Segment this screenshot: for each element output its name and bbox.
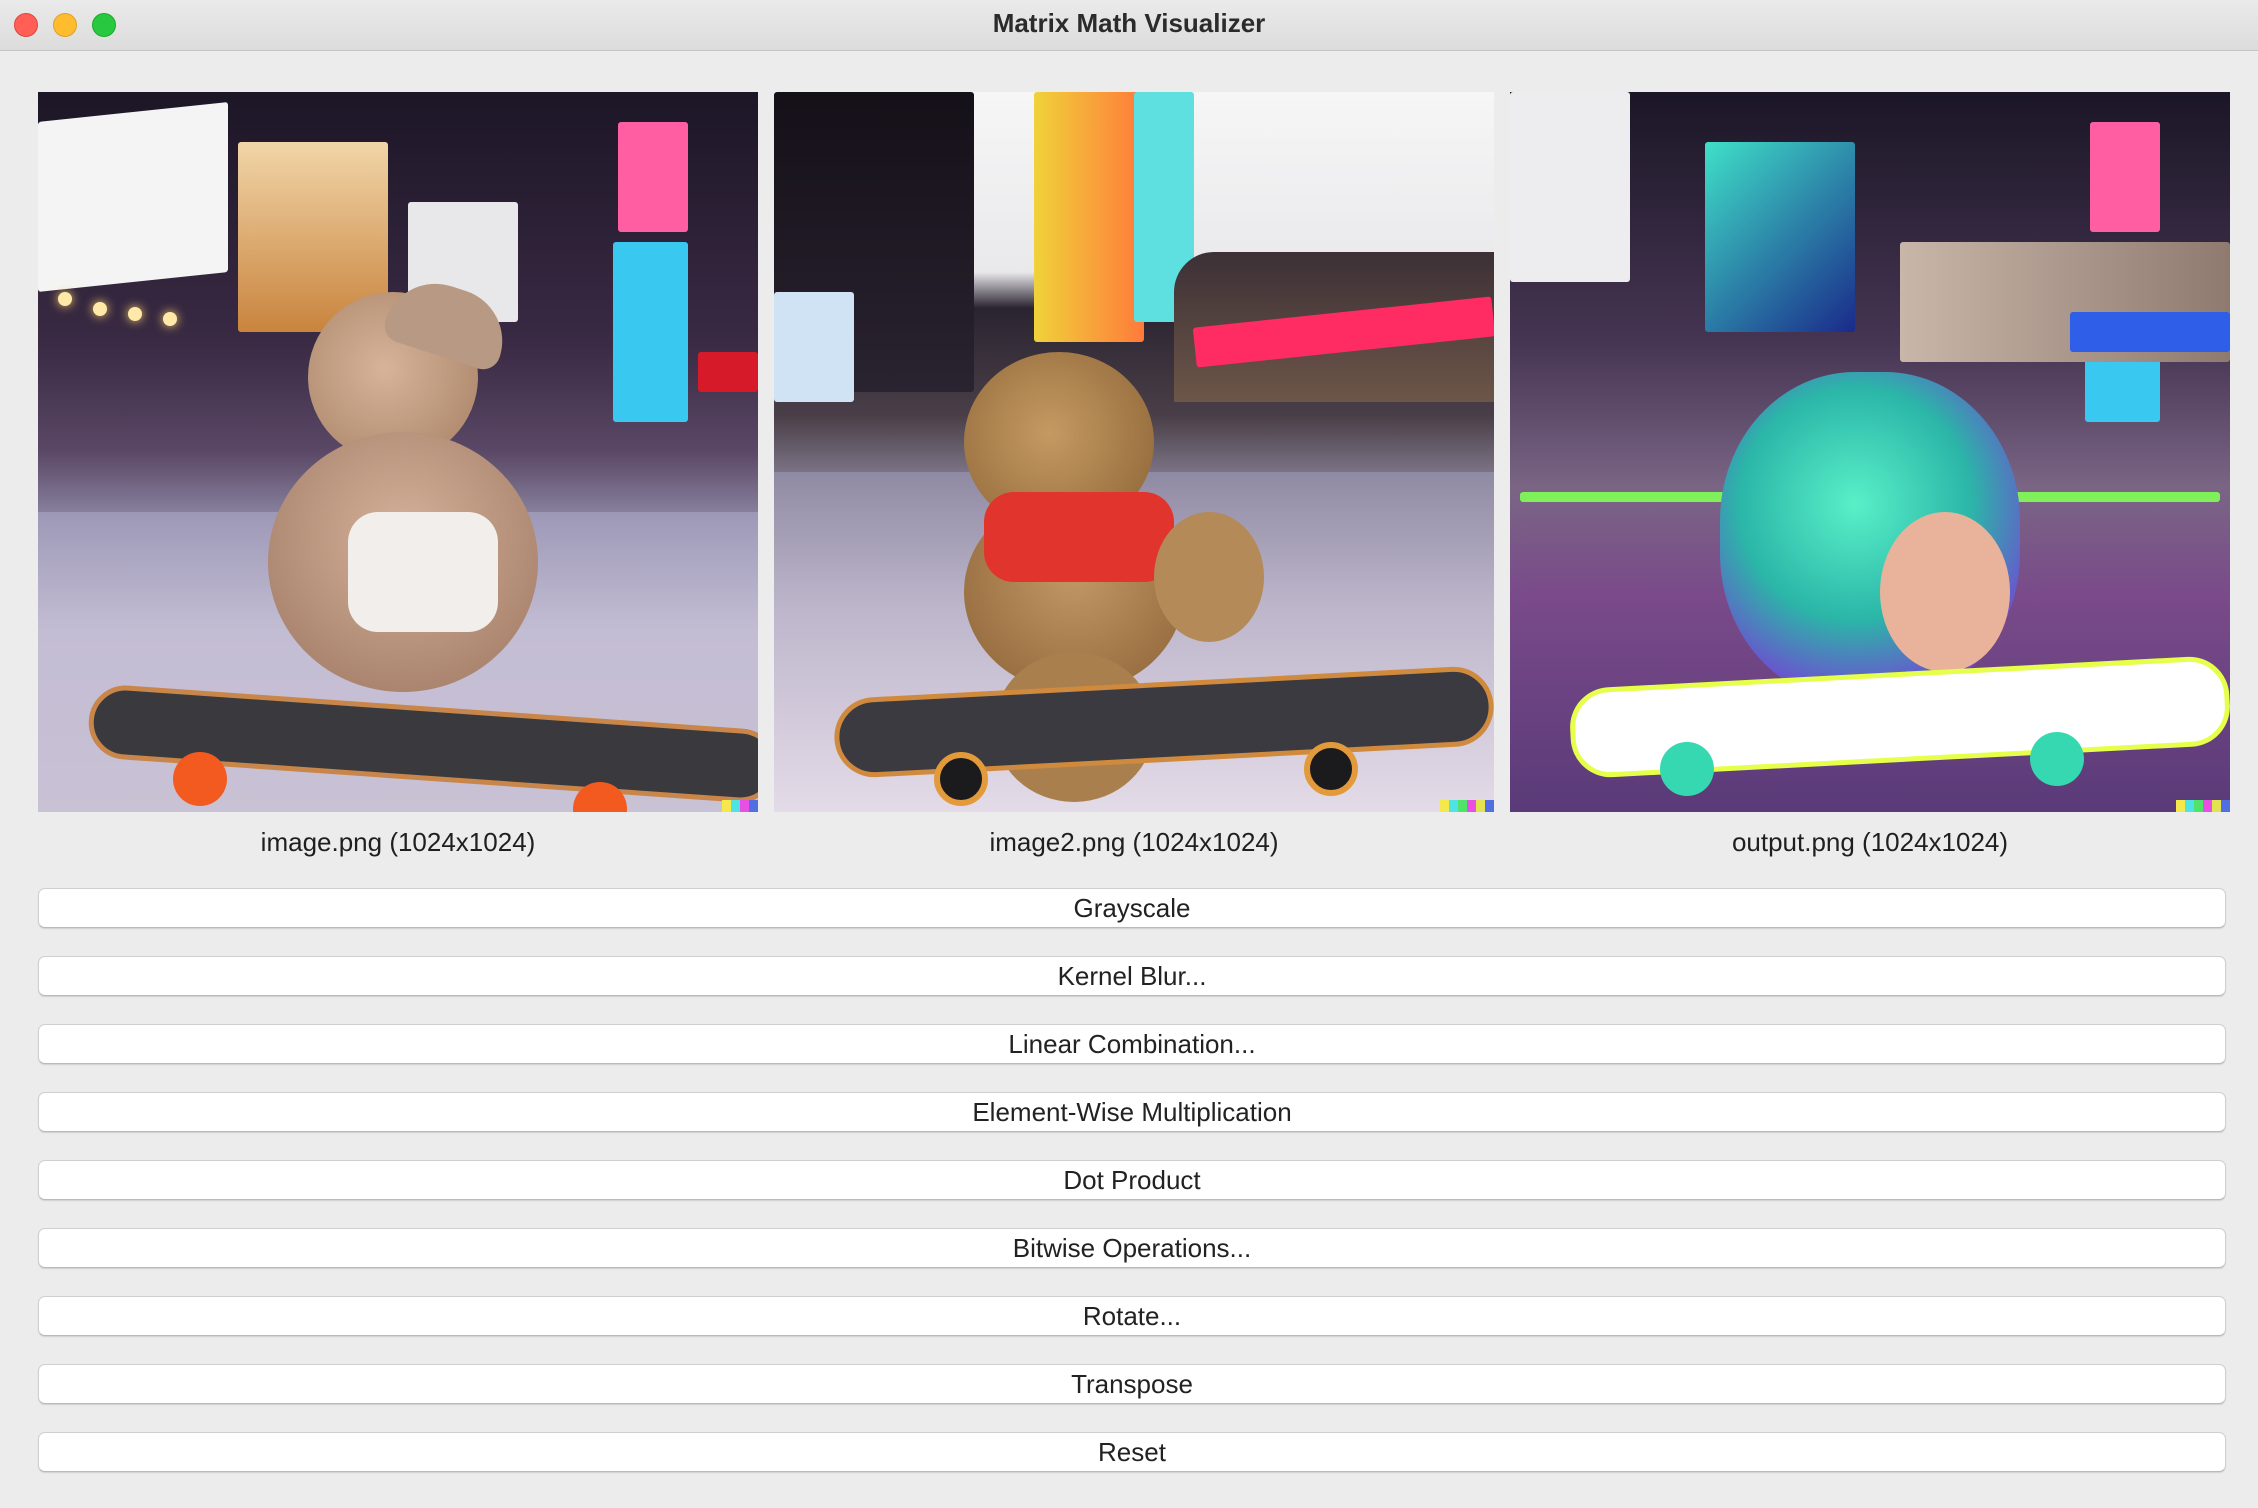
app-window: Matrix Math Visualizer image.png (1024x1… — [0, 0, 2258, 1508]
elementwise-multiplication-button[interactable]: Element-Wise Multiplication — [38, 1092, 2226, 1132]
dot-product-button[interactable]: Dot Product — [38, 1160, 2226, 1200]
input-image-1 — [38, 92, 758, 812]
reset-button[interactable]: Reset — [38, 1432, 2226, 1472]
rotate-button[interactable]: Rotate... — [38, 1296, 2226, 1336]
linear-combination-button[interactable]: Linear Combination... — [38, 1024, 2226, 1064]
image-panel-1: image.png (1024x1024) — [38, 92, 758, 860]
output-image-caption: output.png (1024x1024) — [1731, 827, 2009, 857]
image-panel-output: output.png (1024x1024) — [1510, 92, 2230, 860]
bitwise-operations-button[interactable]: Bitwise Operations... — [38, 1228, 2226, 1268]
kernel-blur-button[interactable]: Kernel Blur... — [38, 956, 2226, 996]
title-bar: Matrix Math Visualizer — [0, 0, 2258, 51]
transpose-button[interactable]: Transpose — [38, 1364, 2226, 1404]
input-image-2 — [774, 92, 1494, 812]
window-title: Matrix Math Visualizer — [992, 8, 1266, 38]
image-1-caption: image.png (1024x1024) — [260, 827, 536, 857]
grayscale-button[interactable]: Grayscale — [38, 888, 2226, 928]
output-image — [1510, 92, 2230, 812]
image-2-caption: image2.png (1024x1024) — [989, 827, 1279, 857]
image-panel-2: image2.png (1024x1024) — [774, 92, 1494, 860]
